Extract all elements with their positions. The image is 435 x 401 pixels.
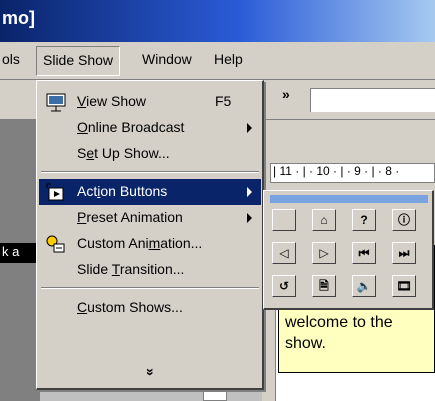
action-back-button[interactable]: ◁: [272, 242, 296, 264]
menu-help[interactable]: Help: [214, 51, 243, 67]
menu-item-shortcut: F5: [215, 93, 232, 109]
menu-separator: [41, 171, 259, 173]
action-buttons-submenu: ⌂? ⓘ ◁ ▷ ⏮ ⏭ ↺ 🗎 🔈 🎞: [263, 190, 434, 310]
submenu-arrow-icon: [247, 123, 252, 133]
submenu-arrow-icon: [247, 213, 252, 223]
expand-menu-icon[interactable]: »: [143, 368, 159, 376]
menu-item-label: Set Up Show...: [77, 145, 170, 161]
action-sound-button[interactable]: 🔈: [352, 275, 376, 297]
menu-item-online-broadcast[interactable]: Online Broadcast: [39, 115, 261, 141]
action-end-button[interactable]: ⏭: [392, 242, 416, 264]
menu-ols[interactable]: ols: [2, 51, 20, 67]
return-icon: ↺: [278, 279, 290, 293]
forward-icon: ▷: [319, 246, 329, 260]
menu-bar: ols Slide Show Window Help: [0, 42, 435, 80]
action-custom-button[interactable]: [272, 209, 296, 231]
menu-item-label: Action Buttons: [77, 183, 168, 199]
custom-animation-icon: [45, 234, 67, 254]
menu-item-view-show[interactable]: View Show F5: [39, 89, 261, 115]
menu-item-set-up-show[interactable]: Set Up Show...: [39, 141, 261, 167]
menu-item-label: Custom Shows...: [77, 299, 183, 315]
menu-item-preset-animation[interactable]: Preset Animation: [39, 205, 261, 231]
title-bar: mo]: [0, 0, 435, 42]
beginning-icon: ⏮: [358, 246, 370, 260]
movie-icon: 🎞: [396, 279, 412, 293]
menu-item-label: Online Broadcast: [77, 119, 185, 135]
slide-show-menu: » View Show F5 Online Broadcast Set Up Show…: [36, 80, 264, 390]
home-icon: ⌂: [320, 213, 328, 227]
toolbar-chevron-icon[interactable]: »: [282, 86, 290, 102]
submenu-arrow-icon: [247, 187, 252, 197]
menu-separator: [41, 287, 259, 289]
menu-item-custom-shows[interactable]: Custom Shows...: [39, 295, 261, 321]
horizontal-ruler: | 11 · | · 10 · | · 9 · | · 8 ·: [270, 163, 435, 183]
information-icon: ⓘ: [397, 213, 410, 227]
document-icon: 🗎: [319, 279, 329, 293]
menu-item-action-buttons[interactable]: Action Buttons: [39, 179, 261, 205]
window-title: mo]: [2, 8, 35, 28]
sound-icon: 🔈: [356, 279, 372, 293]
menu-item-label: Slide Transition...: [77, 261, 185, 277]
slide-text-line-2: show.: [285, 335, 326, 352]
menu-window[interactable]: Window: [142, 51, 192, 67]
slide-text-line-1: welcome to the: [285, 314, 393, 331]
action-information-button[interactable]: ⓘ: [392, 209, 416, 231]
left-strip-text: k a: [0, 243, 40, 263]
menu-slide-show[interactable]: Slide Show: [36, 46, 121, 76]
action-forward-button[interactable]: ▷: [312, 242, 336, 264]
menu-item-custom-animation[interactable]: Custom Animation...: [39, 231, 261, 257]
end-icon: ⏭: [398, 246, 410, 260]
menu-item-label: Custom Animation...: [77, 235, 203, 251]
action-home-button[interactable]: ⌂: [312, 209, 336, 231]
help-icon: ?: [360, 213, 368, 227]
action-help-button[interactable]: ?: [352, 209, 376, 231]
menu-item-slide-transition[interactable]: Slide Transition...: [39, 257, 261, 283]
back-icon: ◁: [279, 246, 289, 260]
action-button-icon: [45, 182, 67, 202]
menu-item-label: Preset Animation: [77, 209, 183, 225]
menu-item-label: View Show: [77, 93, 147, 109]
action-movie-button[interactable]: 🎞: [392, 275, 416, 297]
projector-icon: [45, 92, 67, 112]
toolbar-field[interactable]: [310, 88, 435, 112]
action-beginning-button[interactable]: ⏮: [352, 242, 376, 264]
action-document-button[interactable]: 🗎: [312, 275, 336, 297]
submenu-drag-handle[interactable]: [270, 195, 428, 203]
action-return-button[interactable]: ↺: [272, 275, 296, 297]
